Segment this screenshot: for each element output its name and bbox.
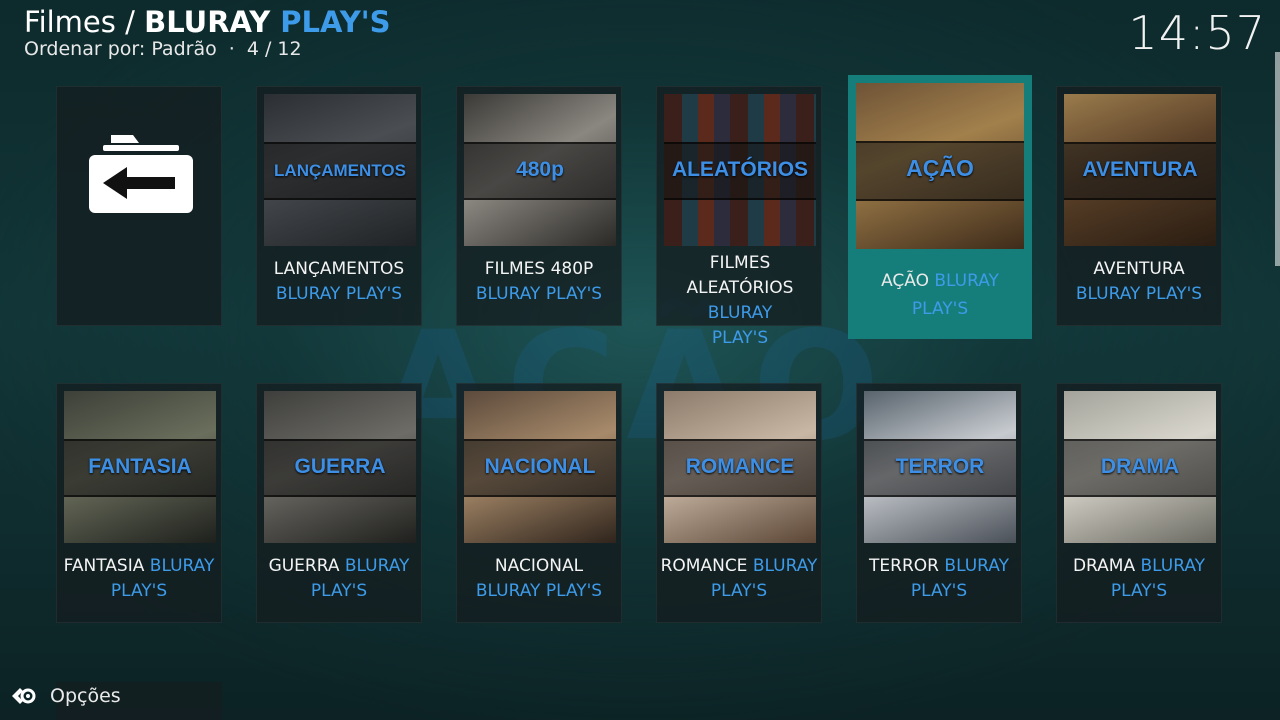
tile-thumbnail: AÇÃO [856, 83, 1024, 249]
tile-label: AVENTURA BLURAY PLAY'S [1075, 259, 1203, 304]
tile-thumbnail: LANÇAMENTOS [264, 94, 416, 246]
genre-tile-romance[interactable]: ROMANCE ROMANCE BLURAY PLAY'S [656, 383, 822, 623]
tile-label: FANTASIA BLURAY PLAY'S [63, 556, 215, 601]
thumbnail-genre-text: ROMANCE [685, 455, 795, 478]
separator-dot: · [228, 38, 235, 60]
tile-thumbnail: ALEATÓRIOS [664, 94, 816, 246]
options-gear-icon [12, 688, 36, 704]
tile-label: ROMANCE BLURAY PLAY'S [660, 556, 818, 601]
breadcrumb-path: Filmes / [24, 5, 145, 39]
genre-tile-terror[interactable]: TERROR TERROR BLURAY PLAY'S [856, 383, 1022, 623]
tile-label: FILMES 480P BLURAY PLAY'S [475, 259, 603, 304]
tile-label: FILMES ALEATÓRIOS BLURAY PLAY'S [686, 253, 794, 348]
genre-tile-drama[interactable]: DRAMA DRAMA BLURAY PLAY'S [1056, 383, 1222, 623]
sort-info: Ordenar por: Padrão · 4 / 12 [24, 38, 390, 60]
tile-thumbnail: TERROR [864, 391, 1016, 543]
options-label: Opções [50, 685, 121, 707]
thumbnail-genre-text: GUERRA [294, 455, 386, 478]
tile-label: LANÇAMENTOS BLURAY PLAY'S [273, 259, 405, 304]
clock: 14:57 [1128, 6, 1266, 60]
options-button[interactable]: Opções [10, 684, 121, 708]
scrollbar[interactable] [1275, 52, 1280, 266]
genre-tile-nacional[interactable]: NACIONAL NACIONAL BLURAY PLAY'S [456, 383, 622, 623]
parent-folder-tile[interactable] [56, 86, 222, 326]
genre-tile-aleatorios[interactable]: ALEATÓRIOS FILMES ALEATÓRIOS BLURAY PLAY… [656, 86, 822, 348]
tile-label: NACIONAL BLURAY PLAY'S [475, 556, 603, 601]
thumbnail-genre-text: DRAMA [1100, 455, 1180, 478]
tile-label: TERROR BLURAY PLAY'S [869, 556, 1009, 601]
thumbnail-genre-text: LANÇAMENTOS [274, 161, 406, 180]
thumbnail-genre-text: ALEATÓRIOS [671, 158, 809, 181]
page-title: Filmes / BLURAY PLAY'S [24, 4, 390, 40]
tile-label: DRAMA BLURAY PLAY'S [1072, 556, 1206, 601]
genre-tile-fantasia[interactable]: FANTASIA FANTASIA BLURAY PLAY'S [56, 383, 222, 623]
title-part-blue: PLAY'S [280, 5, 391, 39]
tile-thumbnail: FANTASIA [64, 391, 216, 543]
genre-tile-lancamentos[interactable]: LANÇAMENTOS LANÇAMENTOS BLURAY PLAY'S [256, 86, 422, 326]
tile-thumbnail: GUERRA [264, 391, 416, 543]
tile-label: GUERRA BLURAY PLAY'S [268, 556, 410, 601]
genre-tile-480p[interactable]: 480p FILMES 480P BLURAY PLAY'S [456, 86, 622, 326]
tile-thumbnail: ROMANCE [664, 391, 816, 543]
title-part-white: BLURAY [144, 5, 281, 39]
back-folder-icon [89, 135, 193, 213]
item-position: 4 / 12 [246, 38, 302, 60]
thumbnail-genre-text: 480p [516, 158, 564, 181]
thumbnail-genre-text: FANTASIA [88, 455, 192, 478]
tile-label: AÇÃO BLURAY PLAY'S [881, 271, 999, 319]
tile-thumbnail: AVENTURA [1064, 94, 1216, 246]
genre-tile-guerra[interactable]: GUERRA GUERRA BLURAY PLAY'S [256, 383, 422, 623]
thumbnail-genre-text: TERROR [895, 455, 985, 478]
header: Filmes / BLURAY PLAY'S Ordenar por: Padr… [24, 4, 390, 60]
tile-thumbnail: DRAMA [1064, 391, 1216, 543]
thumbnail-genre-text: AVENTURA [1082, 158, 1198, 181]
genre-tile-aventura[interactable]: AVENTURA AVENTURA BLURAY PLAY'S [1056, 86, 1222, 326]
genre-tile-acao[interactable]: AÇÃO AÇÃO BLURAY PLAY'S [848, 75, 1032, 339]
tile-thumbnail: NACIONAL [464, 391, 616, 543]
thumbnail-genre-text: NACIONAL [484, 455, 596, 478]
sort-label: Ordenar por: Padrão [24, 38, 217, 60]
thumbnail-genre-text: AÇÃO [906, 155, 974, 181]
tile-thumbnail: 480p [464, 94, 616, 246]
